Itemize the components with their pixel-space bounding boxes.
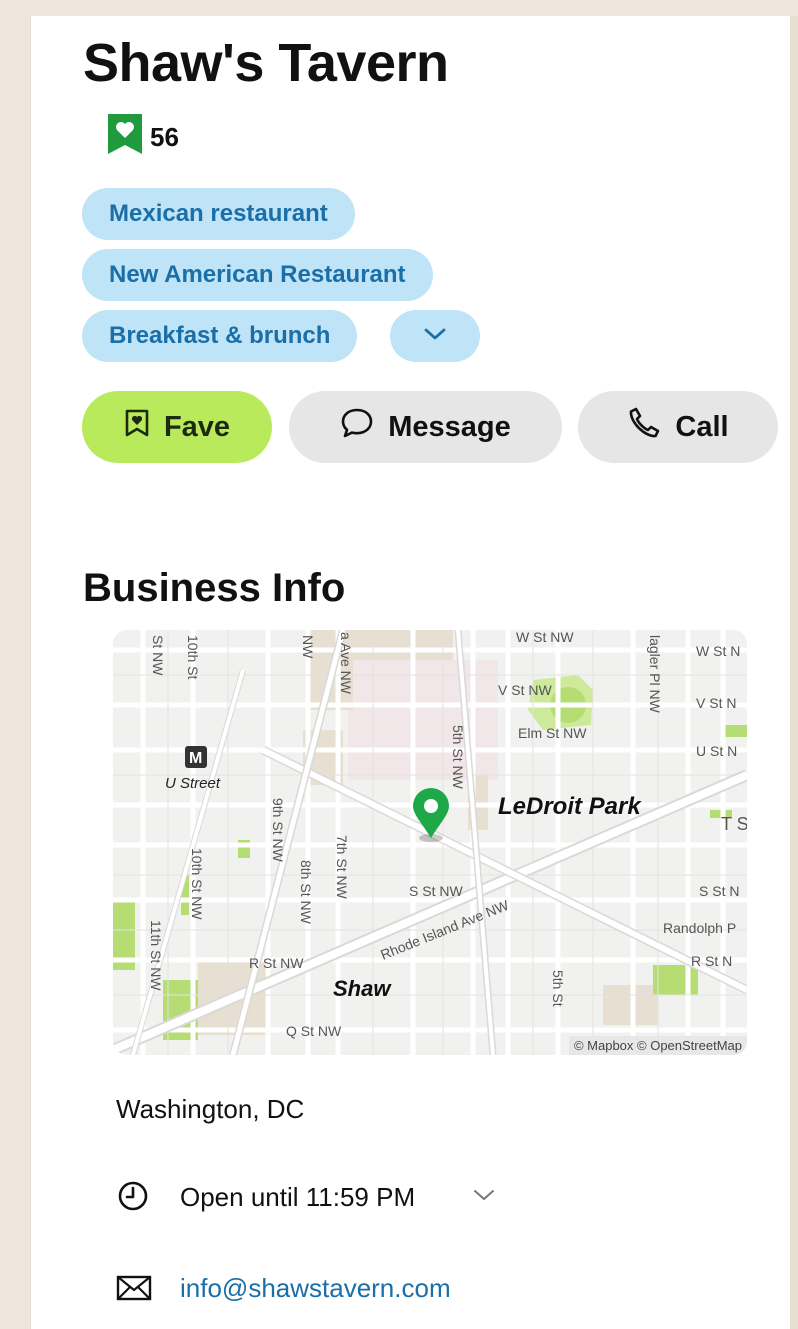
- map-label-elm-st: Elm St NW: [518, 725, 587, 741]
- location-map[interactable]: V St NW W St NW W St N V St N U St N Elm…: [113, 630, 747, 1055]
- speech-bubble-icon: [340, 407, 374, 447]
- map-label-q-st: Q St NW: [286, 1023, 342, 1039]
- map-label-flagler: lagler Pl NW: [647, 635, 663, 714]
- map-label-ga-ave: a Ave NW: [338, 632, 354, 695]
- metro-icon-letter: M: [189, 750, 202, 767]
- map-label-s-st: S St NW: [409, 883, 463, 899]
- map-label-v-st: V St NW: [498, 682, 552, 698]
- message-label: Message: [388, 410, 511, 443]
- map-label-7th-st: 7th St NW: [334, 835, 350, 900]
- fave-button[interactable]: Fave: [82, 391, 272, 463]
- map-label-v-st-right: V St N: [696, 695, 736, 711]
- map-label-5th-st: 5th St NW: [450, 725, 466, 790]
- map-label-r-st-right: R St N: [691, 953, 732, 969]
- metro-station-icon: M: [185, 746, 207, 768]
- map-label-9th-st: 9th St NW: [270, 798, 286, 863]
- map-label-8th-st: 8th St NW: [298, 860, 314, 925]
- map-label-u-street: U Street: [165, 775, 221, 792]
- map-label-st-nw-top: St NW: [150, 635, 166, 676]
- hours-chevron-down-icon[interactable]: [472, 1186, 496, 1209]
- phone-icon: [627, 406, 661, 448]
- business-name: Shaw's Tavern: [83, 33, 449, 93]
- scrollbar[interactable]: [790, 16, 798, 1329]
- call-button[interactable]: Call: [578, 391, 778, 463]
- map-canvas: V St NW W St NW W St N V St N U St N Elm…: [113, 630, 747, 1055]
- map-label-u-st-right: U St N: [696, 743, 737, 759]
- category-chip-new-american[interactable]: New American Restaurant: [82, 249, 433, 301]
- call-label: Call: [675, 410, 729, 443]
- map-attribution[interactable]: © Mapbox © OpenStreetMap: [568, 1036, 747, 1055]
- map-label-s-st-right: S St N: [699, 883, 739, 899]
- page: Shaw's Tavern 56 Mexican restaurant New …: [0, 0, 798, 1329]
- faves-count: 56: [106, 112, 179, 163]
- map-label-5th-bottom: 5th St: [550, 970, 566, 1007]
- location-text: Washington, DC: [116, 1094, 305, 1124]
- more-categories-button[interactable]: [390, 310, 480, 362]
- map-label-11th-st: 11th St NW: [148, 920, 164, 991]
- envelope-icon: [116, 1275, 152, 1306]
- chevron-down-icon: [422, 326, 448, 347]
- map-label-10th-st: 10th St NW: [189, 848, 205, 920]
- category-chip-mexican[interactable]: Mexican restaurant: [82, 188, 355, 240]
- hours-text: Open until 11:59 PM: [180, 1182, 416, 1212]
- map-label-ledroit-park: LeDroit Park: [498, 793, 642, 820]
- email-link[interactable]: info@shawstavern.com: [180, 1273, 451, 1304]
- map-label-10th-top: 10th St: [185, 635, 201, 679]
- category-chip-breakfast[interactable]: Breakfast & brunch: [82, 310, 358, 362]
- faves-count-value: 56: [150, 122, 179, 152]
- section-title-business-info: Business Info: [83, 566, 346, 610]
- clock-icon: [117, 1180, 149, 1217]
- map-label-r-st: R St NW: [249, 955, 304, 971]
- map-label-nw-top: NW: [300, 635, 316, 659]
- fave-label: Fave: [163, 410, 231, 443]
- heart-bookmark-icon: [106, 112, 144, 163]
- map-label-shaw: Shaw: [333, 976, 392, 1001]
- map-label-t-st: T S: [721, 814, 747, 834]
- map-label-randolph: Randolph P: [663, 920, 736, 936]
- map-label-w-st-top: W St NW: [516, 630, 574, 645]
- message-button[interactable]: Message: [289, 391, 562, 463]
- bookmark-heart-icon: [124, 408, 150, 446]
- map-label-w-st-right: W St N: [696, 643, 740, 659]
